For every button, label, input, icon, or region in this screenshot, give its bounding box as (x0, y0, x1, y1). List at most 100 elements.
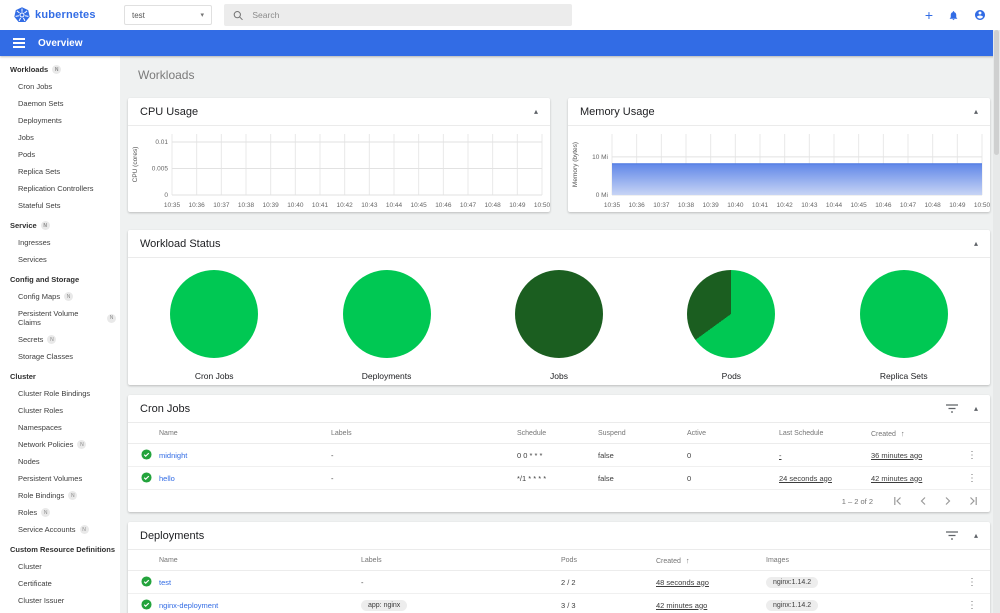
created-cell[interactable]: 42 minutes ago (656, 601, 766, 610)
column-header-images[interactable]: Images (766, 557, 962, 564)
page-toolbar: Overview (0, 30, 1000, 56)
column-header-schedule[interactable]: Schedule (517, 430, 598, 437)
collapse-icon[interactable]: ▴ (974, 531, 978, 540)
sidebar-item-deployments[interactable]: Deployments (0, 112, 120, 129)
namespaced-badge: N (77, 440, 87, 449)
last-schedule-cell[interactable]: 24 seconds ago (779, 474, 871, 483)
sidebar-item-label: Cluster (18, 562, 42, 571)
created-cell[interactable]: 48 seconds ago (656, 578, 766, 587)
sidebar-item-cluster-issuer[interactable]: Cluster Issuer (0, 592, 120, 609)
vertical-scrollbar[interactable] (993, 30, 1000, 613)
collapse-icon[interactable]: ▴ (974, 239, 978, 248)
sidebar-item-role-bindings[interactable]: Role Bindings N (0, 487, 120, 504)
sidebar-item-persistent-volumes[interactable]: Persistent Volumes (0, 470, 120, 487)
sidebar-item-service-accounts[interactable]: Service Accounts N (0, 521, 120, 538)
next-page-button[interactable] (944, 496, 952, 506)
search-bar[interactable] (224, 4, 572, 26)
row-menu-button[interactable]: ⋮ (962, 450, 982, 461)
sidebar-section-service[interactable]: Service N (0, 214, 120, 234)
workload-pie-jobs: Jobs (479, 270, 639, 381)
sidebar-item-secrets[interactable]: Secrets N (0, 331, 120, 348)
previous-page-button[interactable] (919, 496, 927, 506)
filter-button[interactable] (945, 404, 958, 413)
create-resource-button[interactable]: + (924, 7, 933, 23)
column-header-created[interactable]: Created ↑ (656, 556, 766, 565)
collapse-icon[interactable]: ▴ (534, 107, 538, 116)
sidebar-section-workloads[interactable]: Workloads N (0, 58, 120, 78)
sidebar-item-daemon-sets[interactable]: Daemon Sets (0, 95, 120, 112)
sidebar-item-nodes[interactable]: Nodes (0, 453, 120, 470)
sidebar-item-label: Roles (18, 508, 38, 517)
sidebar-item-replica-sets[interactable]: Replica Sets (0, 163, 120, 180)
sidebar-section-cluster[interactable]: Cluster (0, 365, 120, 385)
cron-job-name-link[interactable]: hello (159, 474, 331, 483)
kubernetes-logo[interactable]: kubernetes (14, 7, 124, 23)
last-page-button[interactable] (969, 496, 978, 506)
sidebar-item-network-policies[interactable]: Network Policies N (0, 436, 120, 453)
sidebar-item-pods[interactable]: Pods (0, 146, 120, 163)
svg-text:10:44: 10:44 (826, 202, 843, 209)
column-header-suspend[interactable]: Suspend (598, 430, 687, 437)
card-header: Workload Status ▴ (128, 230, 990, 258)
sidebar-item-jobs[interactable]: Jobs (0, 129, 120, 146)
sidebar-item-storage-classes[interactable]: Storage Classes (0, 348, 120, 365)
last-schedule-cell[interactable]: - (779, 451, 871, 460)
card-header: CPU Usage ▴ (128, 98, 550, 126)
sidebar-section-config-and-storage[interactable]: Config and Storage (0, 268, 120, 288)
sidebar-item-replication-controllers[interactable]: Replication Controllers (0, 180, 120, 197)
sidebar-item-roles[interactable]: Roles N (0, 504, 120, 521)
deployment-name-link[interactable]: nginx-deployment (159, 601, 361, 610)
column-header-created[interactable]: Created ↑ (871, 429, 962, 438)
sidebar-item-config-maps[interactable]: Config Maps N (0, 288, 120, 305)
svg-text:10:38: 10:38 (678, 202, 695, 209)
sidebar-item-certificate[interactable]: Certificate (0, 575, 120, 592)
sidebar-item-cluster-role-bindings[interactable]: Cluster Role Bindings (0, 385, 120, 402)
plus-icon: + (924, 7, 933, 23)
collapse-icon[interactable]: ▴ (974, 404, 978, 413)
workload-pie-deployments: Deployments (307, 270, 467, 381)
cron-job-name-link[interactable]: midnight (159, 451, 331, 460)
sidebar-item-services[interactable]: Services (0, 251, 120, 268)
pie-label: Replica Sets (879, 371, 928, 381)
filter-button[interactable] (945, 531, 958, 540)
column-header-active[interactable]: Active (687, 430, 779, 437)
menu-icon[interactable] (13, 37, 25, 49)
scrollbar-thumb[interactable] (994, 30, 999, 155)
search-input[interactable] (252, 10, 563, 20)
sidebar-item-ingresses[interactable]: Ingresses (0, 234, 120, 251)
row-menu-button[interactable]: ⋮ (962, 577, 982, 588)
created-cell[interactable]: 36 minutes ago (871, 451, 962, 460)
user-profile-button[interactable] (974, 9, 986, 21)
sidebar-item-namespaces[interactable]: Namespaces (0, 419, 120, 436)
svg-text:CPU (cores): CPU (cores) (132, 147, 139, 183)
sidebar-item-persistent-volume-claims[interactable]: Persistent Volume Claims N (0, 305, 120, 331)
sidebar-section-custom-resource-definitions[interactable]: Custom Resource Definitions (0, 538, 120, 558)
sidebar-item-cluster-roles[interactable]: Cluster Roles (0, 402, 120, 419)
cron-jobs-card: Cron Jobs ▴ Name Labels Schedule Suspend Act… (128, 395, 990, 512)
column-header-name[interactable]: Name (159, 430, 331, 437)
namespace-selector[interactable]: test ▾ (124, 5, 212, 25)
notifications-button[interactable] (948, 10, 959, 21)
table-row: nginx-deployment app: nginx 3 / 3 42 minute… (128, 594, 990, 613)
memory-usage-card: Memory Usage ▴ 10:35 10:36 10:37 10:38 10:39… (568, 98, 990, 212)
collapse-icon[interactable]: ▴ (974, 107, 978, 116)
column-header-labels[interactable]: Labels (361, 557, 561, 564)
row-menu-button[interactable]: ⋮ (962, 473, 982, 484)
sidebar-item-cluster[interactable]: Cluster (0, 558, 120, 575)
sidebar-item-cron-jobs[interactable]: Cron Jobs (0, 78, 120, 95)
sidebar-section-label: Custom Resource Definitions (10, 545, 116, 554)
table-header-row: Name Labels Schedule Suspend Active Last Sche… (128, 423, 990, 444)
sidebar-item-label: Pods (18, 150, 36, 159)
row-menu-button[interactable]: ⋮ (962, 600, 982, 611)
deployment-name-link[interactable]: test (159, 578, 361, 587)
column-header-label: Schedule (517, 429, 547, 437)
column-header-last-schedule[interactable]: Last Schedule (779, 430, 871, 437)
column-header-pods[interactable]: Pods (561, 557, 656, 564)
first-page-button[interactable] (893, 496, 902, 506)
column-header-name[interactable]: Name (159, 557, 361, 564)
sidebar-item-label: Cron Jobs (18, 82, 53, 91)
svg-text:0.01: 0.01 (155, 139, 168, 146)
column-header-labels[interactable]: Labels (331, 430, 517, 437)
sidebar-item-stateful-sets[interactable]: Stateful Sets (0, 197, 120, 214)
created-cell[interactable]: 42 minutes ago (871, 474, 962, 483)
